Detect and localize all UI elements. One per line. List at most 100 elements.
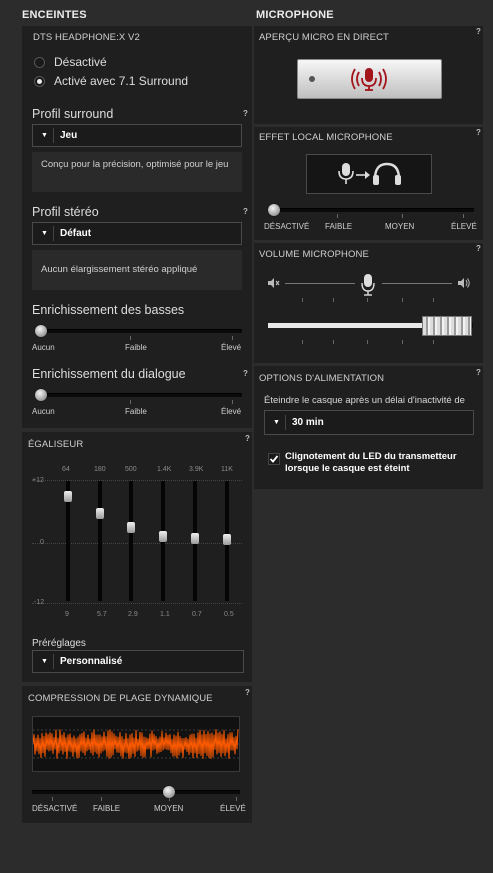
dialogue-title: Enrichissement du dialogue bbox=[32, 367, 186, 381]
dialogue-slider-knob[interactable] bbox=[35, 389, 47, 401]
eq-band-freq: 500 bbox=[125, 466, 137, 473]
eq-band-knob[interactable] bbox=[223, 534, 231, 546]
status-led-icon bbox=[309, 76, 315, 82]
sidetone-label-low: FAIBLE bbox=[325, 222, 353, 231]
eq-band-value: 1.1 bbox=[160, 611, 170, 618]
volume-high-icon bbox=[458, 278, 470, 288]
eq-scale-mid: 0 bbox=[40, 539, 44, 546]
led-blink-checkbox[interactable] bbox=[268, 453, 280, 465]
bass-label-none: Aucun bbox=[32, 343, 55, 352]
radio-disabled-label: Désactivé bbox=[54, 55, 107, 69]
sidetone-label-off: DÉSACTIVÉ bbox=[264, 222, 310, 231]
help-icon[interactable]: ? bbox=[241, 109, 250, 118]
drc-slider-knob[interactable] bbox=[163, 786, 175, 798]
eq-band-value: 9 bbox=[65, 611, 69, 618]
mic-preview-button[interactable] bbox=[297, 59, 442, 99]
eq-band-value: 5.7 bbox=[97, 611, 107, 618]
eq-band-track[interactable] bbox=[129, 481, 133, 601]
eq-preset-select[interactable]: ▼ Personnalisé bbox=[32, 650, 244, 673]
sidetone-label-medium: MOYEN bbox=[385, 222, 415, 231]
help-icon[interactable]: ? bbox=[243, 434, 252, 443]
mic-to-headphones-icon bbox=[306, 154, 432, 194]
mic-volume-fill bbox=[268, 323, 428, 328]
eq-band-value: 2.9 bbox=[128, 611, 138, 618]
surround-profile-select[interactable]: ▼ Jeu bbox=[32, 124, 242, 147]
bass-label-low: Faible bbox=[125, 343, 147, 352]
dropdown-arrow-icon: ▼ bbox=[41, 132, 48, 139]
surround-profile-value: Jeu bbox=[60, 130, 78, 141]
radio-disabled[interactable] bbox=[34, 57, 45, 68]
help-icon[interactable]: ? bbox=[474, 244, 483, 253]
mic-volume-title: VOLUME MICROPHONE bbox=[259, 249, 369, 260]
stereo-profile-desc: Aucun élargissement stéréo appliqué bbox=[32, 250, 242, 290]
help-icon[interactable]: ? bbox=[241, 207, 250, 216]
power-timeout-select[interactable]: ▼ 30 min bbox=[264, 410, 474, 435]
mic-volume-handle[interactable] bbox=[422, 316, 472, 336]
eq-scale-bottom: -12 bbox=[34, 599, 45, 606]
stereo-profile-title: Profil stéréo bbox=[32, 205, 99, 219]
power-timeout-label: Éteindre le casque après un délai d'inac… bbox=[264, 395, 465, 406]
eq-band-knob[interactable] bbox=[159, 531, 167, 543]
mic-waves-icon bbox=[344, 65, 394, 93]
eq-band-track[interactable] bbox=[98, 481, 102, 601]
bass-slider-knob[interactable] bbox=[35, 325, 47, 337]
section-title-microphone: MICROPHONE bbox=[256, 9, 334, 21]
equalizer-title: ÉGALISEUR bbox=[28, 439, 84, 450]
eq-scale-top: +12 bbox=[32, 477, 44, 484]
sidetone-slider-knob[interactable] bbox=[268, 204, 280, 216]
dropdown-arrow-icon: ▼ bbox=[41, 658, 48, 665]
checkmark-icon bbox=[269, 455, 279, 463]
help-icon[interactable]: ? bbox=[474, 368, 483, 377]
eq-band-value: 0.5 bbox=[224, 611, 234, 618]
eq-band-value: 0.7 bbox=[192, 611, 202, 618]
eq-band-freq: 11K bbox=[221, 466, 233, 473]
mic-volume-panel bbox=[254, 243, 483, 363]
drc-label-medium: MOYEN bbox=[154, 804, 184, 813]
dialogue-label-low: Faible bbox=[125, 407, 147, 416]
radio-surround[interactable] bbox=[34, 76, 45, 87]
eq-band-knob[interactable] bbox=[127, 522, 135, 534]
volume-mute-icon bbox=[268, 278, 280, 288]
dropdown-arrow-icon: ▼ bbox=[41, 230, 48, 237]
surround-profile-title: Profil surround bbox=[32, 107, 114, 121]
dialogue-slider-track[interactable] bbox=[36, 393, 242, 397]
dialogue-label-none: Aucun bbox=[32, 407, 55, 416]
bass-slider-track[interactable] bbox=[36, 329, 242, 333]
bass-title: Enrichissement des basses bbox=[32, 303, 185, 317]
power-timeout-value: 30 min bbox=[292, 417, 324, 428]
dts-title: DTS HEADPHONE:X V2 bbox=[33, 32, 140, 43]
surround-profile-desc: Conçu pour la précision, optimisé pour l… bbox=[32, 152, 242, 192]
eq-preset-value: Personnalisé bbox=[60, 656, 123, 667]
help-icon[interactable]: ? bbox=[241, 369, 250, 378]
eq-band-freq: 180 bbox=[94, 466, 106, 473]
microphone-icon bbox=[361, 274, 375, 296]
presets-label: Préréglages bbox=[32, 638, 86, 649]
mic-sidetone-title: EFFET LOCAL MICROPHONE bbox=[259, 132, 393, 143]
drc-label-low: FAIBLE bbox=[93, 804, 121, 813]
drc-title: COMPRESSION DE PLAGE DYNAMIQUE bbox=[28, 693, 213, 704]
help-icon[interactable]: ? bbox=[474, 27, 483, 36]
sidetone-label-high: ÉLEVÉ bbox=[451, 222, 477, 231]
eq-band-knob[interactable] bbox=[64, 491, 72, 503]
help-icon[interactable]: ? bbox=[474, 128, 483, 137]
waveform-line bbox=[33, 729, 239, 759]
power-options-title: OPTIONS D'ALIMENTATION bbox=[259, 373, 385, 384]
eq-band-knob[interactable] bbox=[96, 508, 104, 520]
drc-waveform bbox=[32, 716, 240, 772]
section-title-speakers: ENCEINTES bbox=[22, 9, 87, 21]
bass-label-high: Élevé bbox=[221, 343, 242, 352]
drc-slider-track[interactable] bbox=[32, 790, 240, 794]
stereo-profile-select[interactable]: ▼ Défaut bbox=[32, 222, 242, 245]
eq-band-freq: 3.9K bbox=[189, 466, 204, 473]
stereo-profile-value: Défaut bbox=[60, 228, 92, 239]
dialogue-label-high: Élevé bbox=[221, 407, 242, 416]
eq-band-freq: 64 bbox=[62, 466, 70, 473]
eq-band-knob[interactable] bbox=[191, 533, 199, 545]
drc-label-off: DÉSACTIVÉ bbox=[32, 804, 78, 813]
sidetone-slider-track[interactable] bbox=[268, 208, 474, 212]
radio-surround-label: Activé avec 7.1 Surround bbox=[54, 74, 189, 88]
mic-preview-title: APERÇU MICRO EN DIRECT bbox=[259, 32, 389, 43]
led-blink-label: Clignotement du LED du transmetteur lors… bbox=[285, 451, 457, 474]
help-icon[interactable]: ? bbox=[243, 688, 252, 697]
drc-label-high: ÉLEVÉ bbox=[220, 804, 246, 813]
